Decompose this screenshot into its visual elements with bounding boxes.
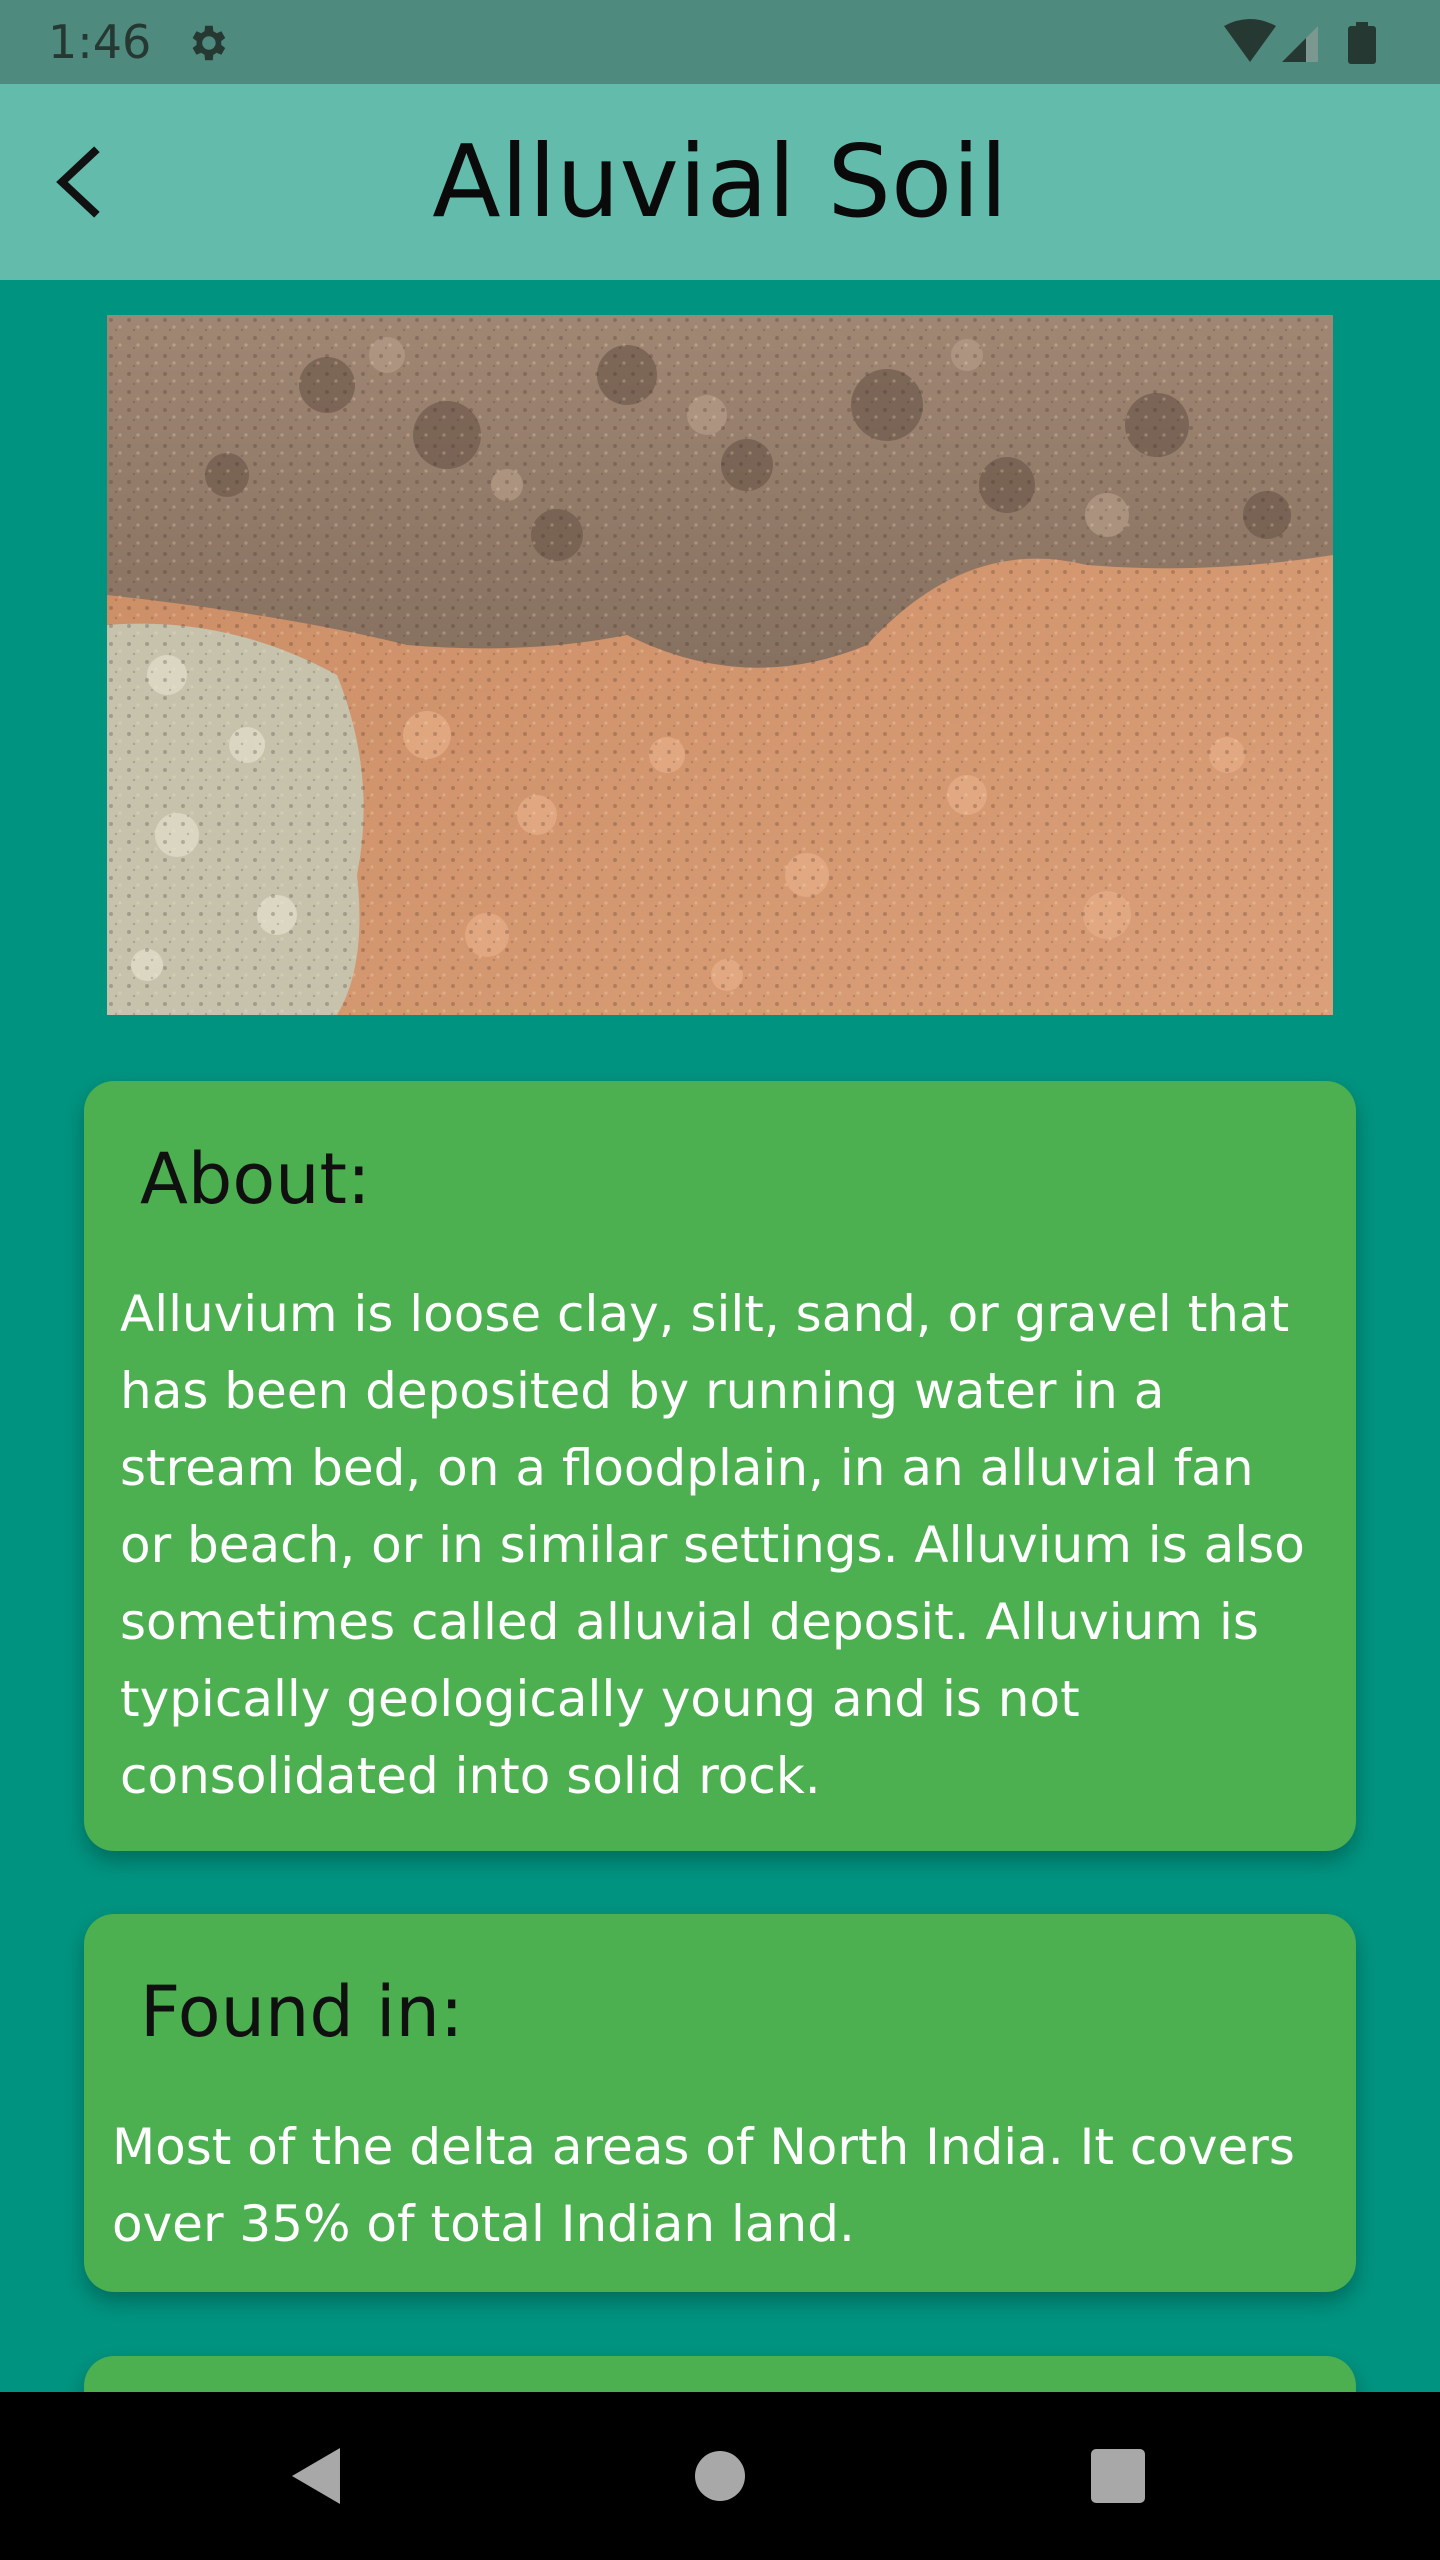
about-line: stream bed, on a floodplain, in an alluv… bbox=[120, 1439, 1254, 1497]
navigation-bar bbox=[0, 2392, 1440, 2560]
status-time: 1:46 bbox=[48, 15, 152, 69]
about-heading: About: bbox=[140, 1138, 371, 1220]
battery-icon bbox=[1348, 22, 1376, 64]
nav-home-icon bbox=[695, 2451, 745, 2501]
page-title: Alluvial Soil bbox=[432, 123, 1008, 240]
status-icons bbox=[1222, 18, 1392, 68]
nav-recent-button[interactable] bbox=[1078, 2436, 1158, 2516]
cell-signal-icon bbox=[1282, 26, 1318, 62]
about-line: sometimes called alluvial deposit. Alluv… bbox=[120, 1593, 1259, 1651]
gear-icon bbox=[184, 20, 230, 66]
found-in-heading: Found in: bbox=[140, 1971, 464, 2053]
nav-back-icon bbox=[292, 2448, 340, 2504]
soil-image bbox=[107, 315, 1333, 1015]
about-line: Alluvium is loose clay, silt, sand, or g… bbox=[120, 1285, 1290, 1343]
app-bar: Alluvial Soil bbox=[0, 84, 1440, 280]
about-body: Alluvium is loose clay, silt, sand, or g… bbox=[120, 1276, 1342, 1815]
nav-back-button[interactable] bbox=[278, 2436, 358, 2516]
found-in-line: over 35% of total Indian land. bbox=[112, 2195, 855, 2253]
screen: 1:46 Alluvial Soil About: Alluvium is lo… bbox=[0, 0, 1440, 2560]
nav-recent-icon bbox=[1091, 2449, 1145, 2503]
about-line: or beach, or in similar settings. Alluvi… bbox=[120, 1516, 1305, 1574]
about-line: has been deposited by running water in a bbox=[120, 1362, 1165, 1420]
about-line: typically geologically young and is not bbox=[120, 1670, 1080, 1728]
about-card: About: Alluvium is loose clay, silt, san… bbox=[84, 1081, 1356, 1851]
status-bar: 1:46 bbox=[0, 0, 1440, 84]
nav-home-button[interactable] bbox=[680, 2436, 760, 2516]
about-line: consolidated into solid rock. bbox=[120, 1747, 821, 1805]
found-in-line: Most of the delta areas of North India. … bbox=[112, 2118, 1295, 2176]
found-in-body: Most of the delta areas of North India. … bbox=[112, 2109, 1348, 2263]
wifi-icon bbox=[1224, 19, 1276, 62]
found-in-card: Found in: Most of the delta areas of Nor… bbox=[84, 1914, 1356, 2292]
